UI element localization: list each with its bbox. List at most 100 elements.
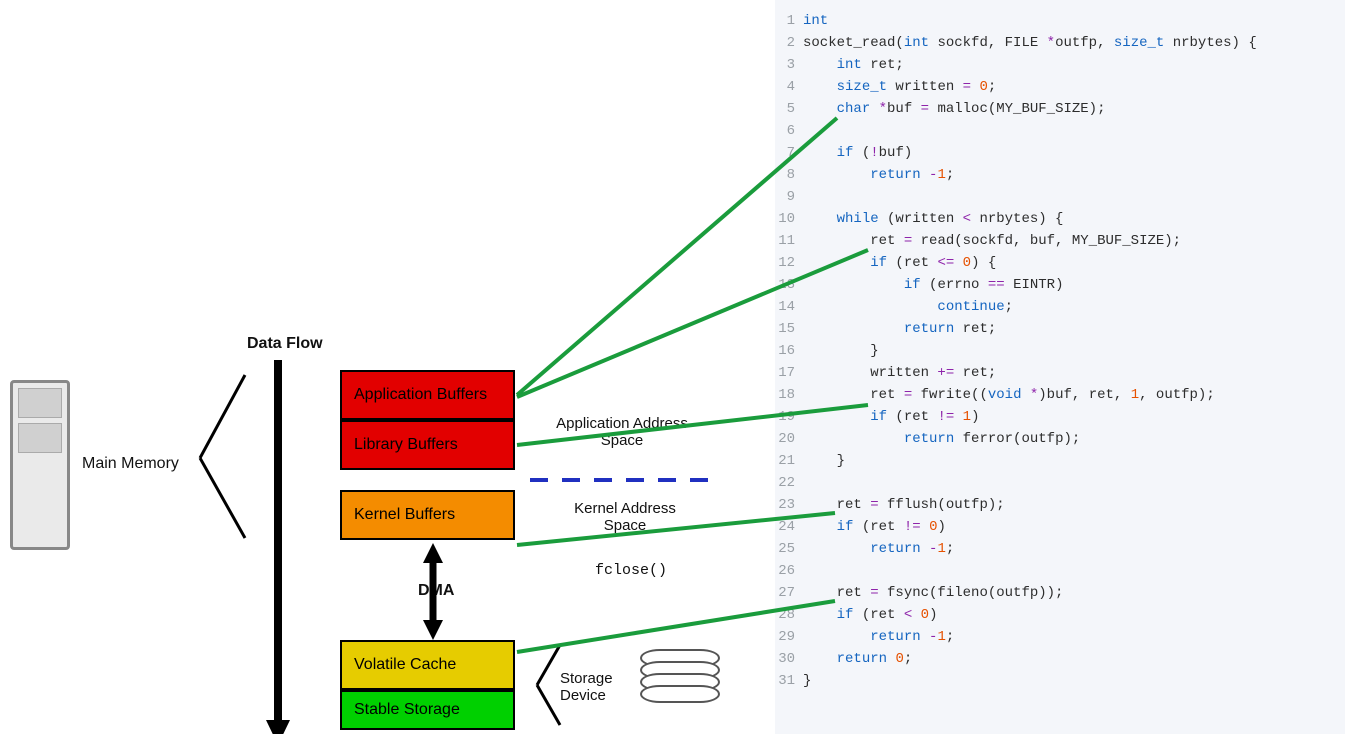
line-number: 27 <box>775 582 803 604</box>
kernel-address-space-label: Kernel Address Space <box>560 500 690 534</box>
line-number: 4 <box>775 76 803 98</box>
code-text: return -1; <box>803 538 954 560</box>
line-number: 28 <box>775 604 803 626</box>
code-text: int ret; <box>803 54 904 76</box>
line-number: 22 <box>775 472 803 494</box>
code-line: 13 if (errno == EINTR) <box>775 274 1345 296</box>
line-number: 3 <box>775 54 803 76</box>
stable-storage-box: Stable Storage <box>340 690 515 730</box>
code-text: if (ret != 1) <box>803 406 979 428</box>
code-text: ret = read(sockfd, buf, MY_BUF_SIZE); <box>803 230 1181 252</box>
data-flow-title: Data Flow <box>247 335 323 353</box>
line-number: 7 <box>775 142 803 164</box>
code-text: if (errno == EINTR) <box>803 274 1063 296</box>
line-number: 11 <box>775 230 803 252</box>
code-line: 20 return ferror(outfp); <box>775 428 1345 450</box>
line-number: 10 <box>775 208 803 230</box>
diagram-area: Data Flow Main Memory Application Buffer… <box>0 0 770 734</box>
code-line: 10 while (written < nrbytes) { <box>775 208 1345 230</box>
line-number: 14 <box>775 296 803 318</box>
line-number: 15 <box>775 318 803 340</box>
code-text: int <box>803 10 828 32</box>
line-number: 24 <box>775 516 803 538</box>
code-text: return 0; <box>803 648 912 670</box>
code-text: if (ret <= 0) { <box>803 252 996 274</box>
code-line: 4 size_t written = 0; <box>775 76 1345 98</box>
line-number: 16 <box>775 340 803 362</box>
code-line: 27 ret = fsync(fileno(outfp)); <box>775 582 1345 604</box>
code-text: ret = fsync(fileno(outfp)); <box>803 582 1063 604</box>
code-line: 18 ret = fwrite((void *)buf, ret, 1, out… <box>775 384 1345 406</box>
code-line: 23 ret = fflush(outfp); <box>775 494 1345 516</box>
code-text: if (ret < 0) <box>803 604 937 626</box>
app-address-space-label: Application Address Space <box>542 415 702 449</box>
code-text: return -1; <box>803 164 954 186</box>
code-text: return ret; <box>803 318 996 340</box>
code-text: socket_read(int sockfd, FILE *outfp, siz… <box>803 32 1257 54</box>
code-line: 16 } <box>775 340 1345 362</box>
storage-icon <box>640 655 720 720</box>
main-memory-label: Main Memory <box>82 455 179 473</box>
code-line: 9 <box>775 186 1345 208</box>
code-line: 8 return -1; <box>775 164 1345 186</box>
line-number: 20 <box>775 428 803 450</box>
line-number: 6 <box>775 120 803 142</box>
code-line: 30 return 0; <box>775 648 1345 670</box>
code-line: 29 return -1; <box>775 626 1345 648</box>
line-number: 25 <box>775 538 803 560</box>
code-line: 28 if (ret < 0) <box>775 604 1345 626</box>
library-buffers-label: Library Buffers <box>354 436 458 454</box>
line-number: 29 <box>775 626 803 648</box>
code-line: 24 if (ret != 0) <box>775 516 1345 538</box>
line-number: 5 <box>775 98 803 120</box>
code-text: continue; <box>803 296 1013 318</box>
line-number: 23 <box>775 494 803 516</box>
storage-device-label: Storage Device <box>560 670 630 704</box>
code-text: while (written < nrbytes) { <box>803 208 1063 230</box>
code-text: if (!buf) <box>803 142 912 164</box>
code-line: 7 if (!buf) <box>775 142 1345 164</box>
line-number: 8 <box>775 164 803 186</box>
kernel-buffers-box: Kernel Buffers <box>340 490 515 540</box>
code-line: 22 <box>775 472 1345 494</box>
line-number: 17 <box>775 362 803 384</box>
line-number: 31 <box>775 670 803 692</box>
line-number: 30 <box>775 648 803 670</box>
code-text: size_t written = 0; <box>803 76 996 98</box>
code-line: 25 return -1; <box>775 538 1345 560</box>
line-number: 26 <box>775 560 803 582</box>
code-line: 3 int ret; <box>775 54 1345 76</box>
line-number: 18 <box>775 384 803 406</box>
code-line: 2socket_read(int sockfd, FILE *outfp, si… <box>775 32 1345 54</box>
line-number: 13 <box>775 274 803 296</box>
code-text: return ferror(outfp); <box>803 428 1080 450</box>
line-number: 19 <box>775 406 803 428</box>
code-text: } <box>803 340 879 362</box>
application-buffers-box: Application Buffers <box>340 370 515 420</box>
line-number: 9 <box>775 186 803 208</box>
code-line: 21 } <box>775 450 1345 472</box>
line-number: 21 <box>775 450 803 472</box>
code-text: } <box>803 670 811 692</box>
library-buffers-box: Library Buffers <box>340 420 515 470</box>
code-block: 1int2socket_read(int sockfd, FILE *outfp… <box>775 0 1345 734</box>
code-line: 17 written += ret; <box>775 362 1345 384</box>
dma-label: DMA <box>418 582 454 600</box>
code-line: 31} <box>775 670 1345 692</box>
code-text: ret = fflush(outfp); <box>803 494 1005 516</box>
code-line: 14 continue; <box>775 296 1345 318</box>
stable-storage-label: Stable Storage <box>354 701 460 719</box>
code-line: 5 char *buf = malloc(MY_BUF_SIZE); <box>775 98 1345 120</box>
code-line: 15 return ret; <box>775 318 1345 340</box>
code-text: written += ret; <box>803 362 996 384</box>
code-text: char *buf = malloc(MY_BUF_SIZE); <box>803 98 1105 120</box>
code-line: 6 <box>775 120 1345 142</box>
code-text: } <box>803 450 845 472</box>
kernel-buffers-label: Kernel Buffers <box>354 506 455 524</box>
code-line: 11 ret = read(sockfd, buf, MY_BUF_SIZE); <box>775 230 1345 252</box>
application-buffers-label: Application Buffers <box>354 386 487 404</box>
code-text: return -1; <box>803 626 954 648</box>
code-line: 1int <box>775 10 1345 32</box>
fclose-label: fclose() <box>595 562 667 579</box>
volatile-cache-box: Volatile Cache <box>340 640 515 690</box>
